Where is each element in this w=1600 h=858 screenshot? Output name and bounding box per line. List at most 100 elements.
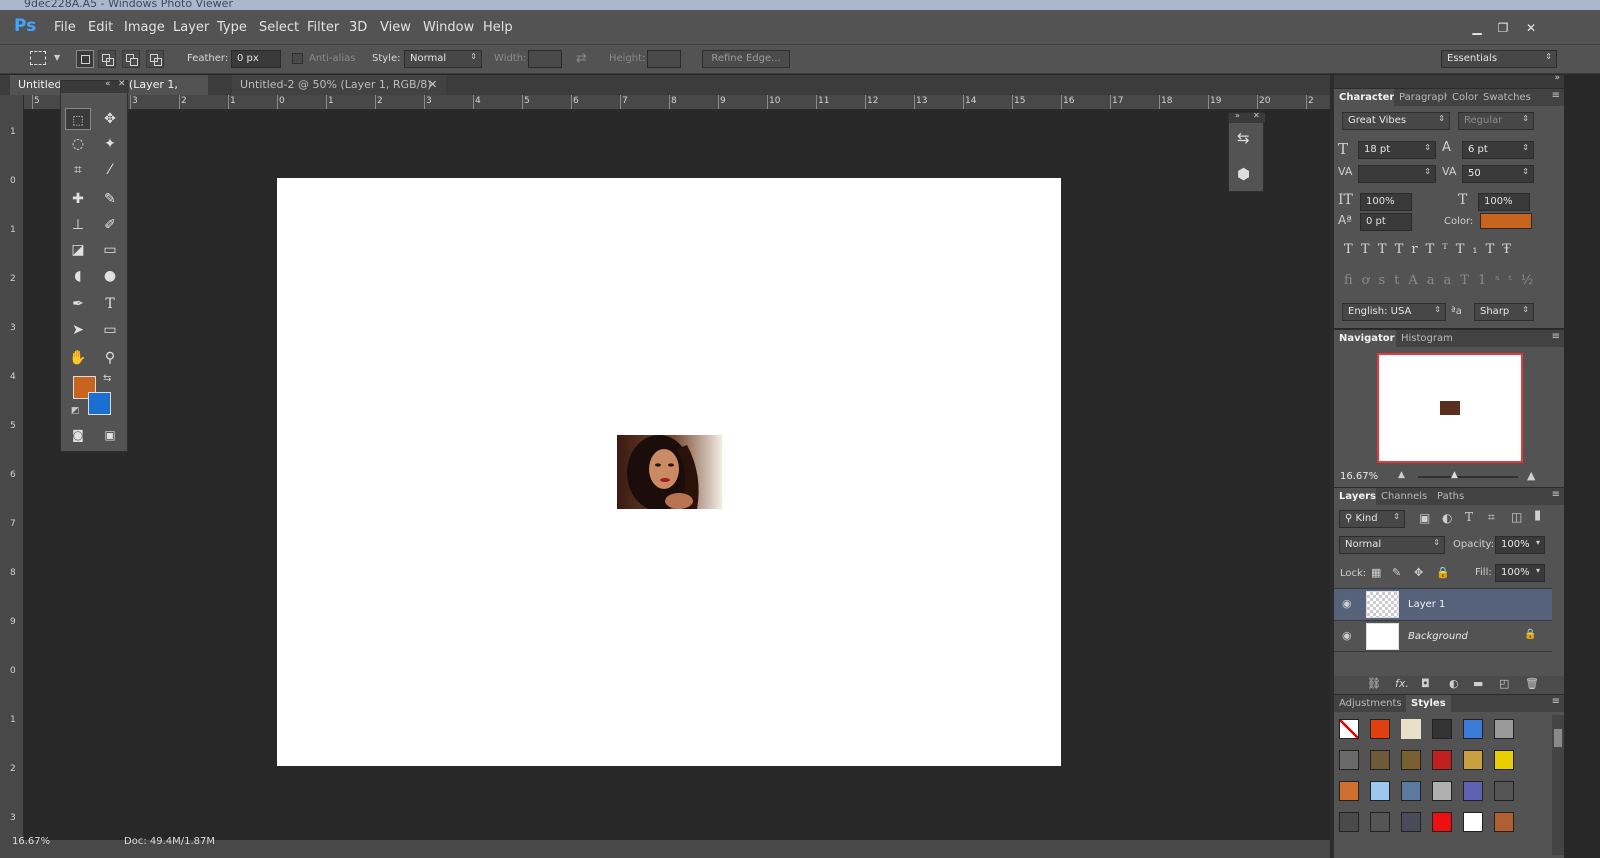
eyedropper-icon[interactable]: ⁄: [97, 159, 123, 181]
style-preset-swatch[interactable]: [1370, 781, 1390, 801]
marquee-tool-preset-icon[interactable]: [30, 51, 46, 65]
lasso-tool-icon[interactable]: ◌: [65, 133, 91, 155]
pixel-filter-icon[interactable]: ▣: [1419, 511, 1430, 525]
antialias-checkbox[interactable]: [292, 53, 303, 64]
baseline-shift-input[interactable]: 0 pt: [1360, 213, 1412, 231]
styles-scrollbar[interactable]: [1552, 715, 1564, 855]
antialias-method-select[interactable]: Sharp ⇕: [1474, 303, 1534, 321]
style-preset-swatch[interactable]: [1370, 812, 1390, 832]
tab-swatches[interactable]: Swatches: [1478, 89, 1536, 106]
style-preset-swatch[interactable]: [1370, 750, 1390, 770]
preset-dropdown-icon[interactable]: ▼: [54, 53, 60, 62]
layer-name[interactable]: Layer 1: [1408, 599, 1445, 610]
visibility-eye-icon[interactable]: ◉: [1342, 597, 1352, 610]
lock-transparent-icon[interactable]: ▦: [1371, 566, 1381, 579]
default-colors-icon[interactable]: ◩: [71, 406, 80, 416]
navigator-zoom-value[interactable]: 16.67%: [1340, 471, 1378, 482]
lock-position-icon[interactable]: ✥: [1414, 566, 1423, 579]
intersect-selection-icon[interactable]: [146, 50, 164, 68]
style-preset-swatch[interactable]: [1339, 719, 1359, 739]
style-preset-swatch[interactable]: [1401, 781, 1421, 801]
dodge-tool-icon[interactable]: ●: [97, 265, 123, 287]
height-input[interactable]: [647, 50, 681, 68]
subtract-from-selection-icon[interactable]: [122, 50, 140, 68]
new-selection-icon[interactable]: [76, 50, 94, 68]
tab-styles[interactable]: Styles: [1406, 695, 1451, 712]
tracking-select[interactable]: 50 ⇕: [1462, 165, 1534, 183]
adjustment-layer-icon[interactable]: ◐: [1449, 677, 1459, 690]
blur-tool-icon[interactable]: ◖: [65, 265, 91, 287]
panel-menu-icon[interactable]: ≡: [1552, 696, 1560, 707]
style-preset-swatch[interactable]: [1494, 750, 1514, 770]
style-preset-swatch[interactable]: [1463, 719, 1483, 739]
workspace-select[interactable]: Essentials ⇕: [1441, 50, 1557, 68]
status-zoom[interactable]: 16.67%: [12, 836, 50, 847]
brush-tool-icon[interactable]: ✎: [97, 188, 123, 210]
background-color-swatch[interactable]: [88, 392, 111, 415]
style-preset-swatch[interactable]: [1463, 812, 1483, 832]
document-canvas[interactable]: [277, 178, 1061, 766]
type-tool-icon[interactable]: T: [97, 293, 123, 315]
layer-filter-select[interactable]: ⚲ Kind ⇕: [1339, 510, 1405, 528]
clone-stamp-icon[interactable]: ⊥: [65, 214, 91, 236]
collapse-icon[interactable]: «: [105, 79, 111, 89]
style-preset-swatch[interactable]: [1494, 812, 1514, 832]
menu-file[interactable]: File: [54, 20, 76, 35]
zoom-slider[interactable]: [1418, 476, 1518, 478]
scrollbar-thumb[interactable]: [1554, 729, 1562, 747]
link-layers-icon[interactable]: ⛓: [1367, 677, 1381, 690]
menu-image[interactable]: Image: [124, 20, 165, 35]
tab-untitled-2[interactable]: Untitled-2 @ 50% (Layer 1, RGB/8) * ✕: [232, 75, 446, 111]
style-preset-swatch[interactable]: [1463, 750, 1483, 770]
opacity-input[interactable]: 100% ▾: [1495, 536, 1545, 554]
tab-navigator[interactable]: Navigator: [1334, 330, 1400, 347]
screen-mode-icon[interactable]: ▣: [97, 424, 123, 446]
crop-tool-icon[interactable]: ⌗: [65, 159, 91, 181]
adjustment-filter-icon[interactable]: ◐: [1442, 511, 1452, 525]
eraser-tool-icon[interactable]: ◪: [65, 239, 91, 261]
menu-edit[interactable]: Edit: [88, 20, 113, 35]
collapse-icon[interactable]: »: [1554, 73, 1560, 83]
menu-select[interactable]: Select: [259, 20, 299, 35]
refine-edge-button[interactable]: Refine Edge...: [702, 50, 790, 68]
close-icon[interactable]: ✕: [118, 79, 126, 89]
font-size-input[interactable]: 18 pt ⇕: [1358, 141, 1436, 159]
fill-input[interactable]: 100% ▾: [1495, 564, 1545, 582]
close-icon[interactable]: ✕: [428, 75, 437, 95]
navigator-preview[interactable]: [1377, 353, 1523, 463]
blend-mode-select[interactable]: Normal ⇕: [1339, 536, 1445, 554]
lock-pixels-icon[interactable]: ✎: [1392, 566, 1401, 579]
kerning-select[interactable]: ⇕: [1358, 165, 1436, 183]
move-tool-icon[interactable]: ✥: [97, 108, 123, 130]
fx-icon[interactable]: fx.: [1395, 677, 1409, 690]
restore-button[interactable]: ❐: [1492, 19, 1514, 37]
style-preset-swatch[interactable]: [1494, 719, 1514, 739]
history-brush-icon[interactable]: ✐: [97, 214, 123, 236]
tab-layers[interactable]: Layers: [1334, 488, 1381, 505]
font-style-select[interactable]: Regular ⇕: [1458, 112, 1534, 130]
menu-help[interactable]: Help: [483, 20, 513, 35]
horizontal-scale-input[interactable]: 100%: [1478, 193, 1530, 211]
style-preset-swatch[interactable]: [1432, 781, 1452, 801]
path-selection-icon[interactable]: ➤: [65, 319, 91, 341]
swap-dimensions-icon[interactable]: ⇄: [576, 51, 587, 66]
add-mask-icon[interactable]: ◘: [1421, 677, 1430, 690]
zoom-slider-handle[interactable]: ▲: [1451, 470, 1458, 480]
language-select[interactable]: English: USA ⇕: [1342, 303, 1446, 321]
pen-tool-icon[interactable]: ✒: [65, 293, 91, 315]
3d-panel-icon[interactable]: ⬢: [1237, 165, 1250, 183]
trash-icon[interactable]: 🗑: [1525, 677, 1539, 690]
hand-tool-icon[interactable]: ✋: [65, 347, 91, 369]
zoom-out-icon[interactable]: ▲: [1398, 470, 1405, 480]
leading-input[interactable]: 6 pt ⇕: [1462, 141, 1534, 159]
style-preset-swatch[interactable]: [1401, 719, 1421, 739]
layer-row-background[interactable]: ◉ Background 🔒: [1334, 620, 1552, 652]
menu-filter[interactable]: Filter: [307, 20, 339, 35]
style-preset-swatch[interactable]: [1432, 719, 1452, 739]
layer-name[interactable]: Background: [1408, 631, 1468, 642]
rectangle-shape-icon[interactable]: ▭: [97, 319, 123, 341]
menu-view[interactable]: View: [380, 20, 411, 35]
style-preset-swatch[interactable]: [1339, 812, 1359, 832]
tab-paths[interactable]: Paths: [1432, 488, 1470, 505]
style-preset-swatch[interactable]: [1339, 750, 1359, 770]
